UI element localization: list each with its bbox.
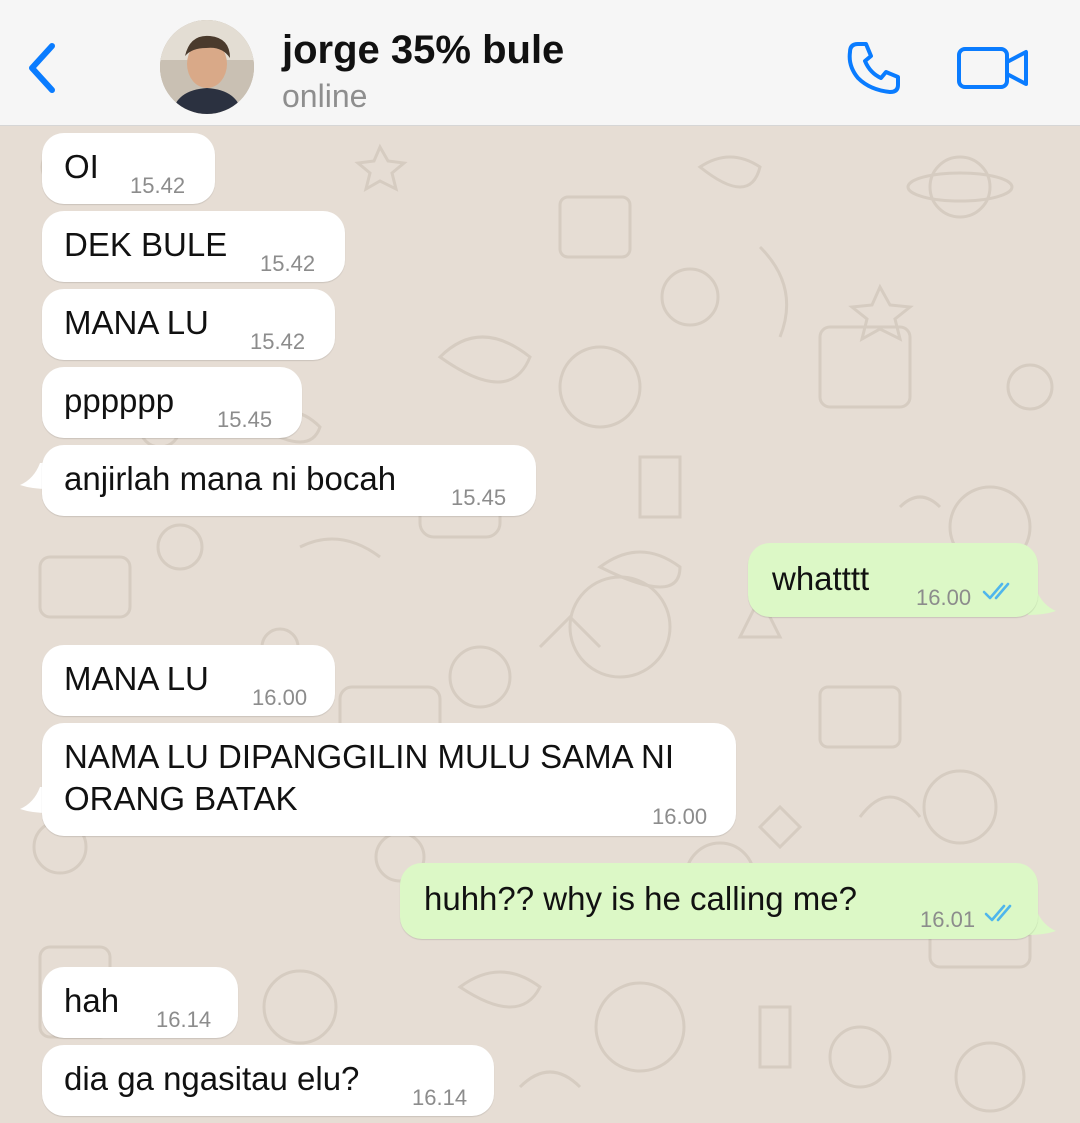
message-text-line-1: NAMA LU DIPANGGILIN MULU SAMA NI xyxy=(64,738,675,775)
message-bubble-incoming[interactable]: OI 15.42 xyxy=(42,133,215,204)
message-time: 16.14 xyxy=(156,1007,212,1032)
message-bubble-incoming[interactable]: hah 16.14 xyxy=(42,967,238,1038)
message-text: huhh?? why is he calling me? xyxy=(424,880,857,917)
message-time: 16.14 xyxy=(412,1085,468,1110)
message-bubble-incoming[interactable]: MANA LU 15.42 xyxy=(42,289,335,360)
message-text: OI xyxy=(64,148,99,185)
contact-status: online xyxy=(282,78,368,114)
message-time: 16.00 xyxy=(916,585,972,610)
message-time: 15.42 xyxy=(250,329,306,354)
message-text: MANA LU xyxy=(64,660,209,697)
message-text: hah xyxy=(64,982,120,1019)
phone-icon[interactable] xyxy=(844,38,904,98)
double-check-icon xyxy=(984,904,1012,922)
message-bubble-outgoing[interactable]: whatttt 16.00 xyxy=(748,543,1038,617)
message-text: MANA LU xyxy=(64,304,209,341)
chat-header: jorge 35% bule online xyxy=(0,0,1080,126)
message-text: anjirlah mana ni bocah xyxy=(64,460,397,497)
message-bubble-incoming[interactable]: dia ga ngasitau elu? 16.14 xyxy=(42,1045,494,1116)
message-time: 16.00 xyxy=(252,685,308,710)
contact-name[interactable]: jorge 35% bule xyxy=(282,28,564,73)
message-text: whatttt xyxy=(772,560,870,597)
message-text-line-2: ORANG BATAK xyxy=(64,780,298,817)
message-text: dia ga ngasitau elu? xyxy=(64,1060,360,1097)
message-bubble-incoming[interactable]: pppppp 15.45 xyxy=(42,367,302,438)
message-text: pppppp xyxy=(64,382,175,419)
message-time: 15.42 xyxy=(260,251,316,276)
message-bubble-incoming[interactable]: DEK BULE 15.42 xyxy=(42,211,345,282)
message-bubble-outgoing[interactable]: huhh?? why is he calling me? 16.01 xyxy=(400,863,1038,939)
message-bubble-incoming[interactable]: MANA LU 16.00 xyxy=(42,645,335,716)
message-time: 15.45 xyxy=(451,485,507,510)
chevron-left-icon[interactable] xyxy=(22,38,62,98)
message-text: DEK BULE xyxy=(64,226,228,263)
message-time: 16.00 xyxy=(652,804,708,829)
avatar[interactable] xyxy=(160,20,254,114)
message-time: 16.01 xyxy=(920,907,976,932)
message-bubble-incoming[interactable]: NAMA LU DIPANGGILIN MULU SAMA NI ORANG B… xyxy=(42,723,736,836)
message-time: 15.42 xyxy=(130,173,186,198)
video-camera-icon[interactable] xyxy=(956,44,1030,92)
double-check-icon xyxy=(982,582,1010,600)
message-list[interactable]: OI 15.42 DEK BULE 15.42 MANA LU 15.42 pp… xyxy=(0,127,1080,1123)
message-bubble-incoming[interactable]: anjirlah mana ni bocah 15.45 xyxy=(42,445,536,516)
message-time: 15.45 xyxy=(217,407,273,432)
